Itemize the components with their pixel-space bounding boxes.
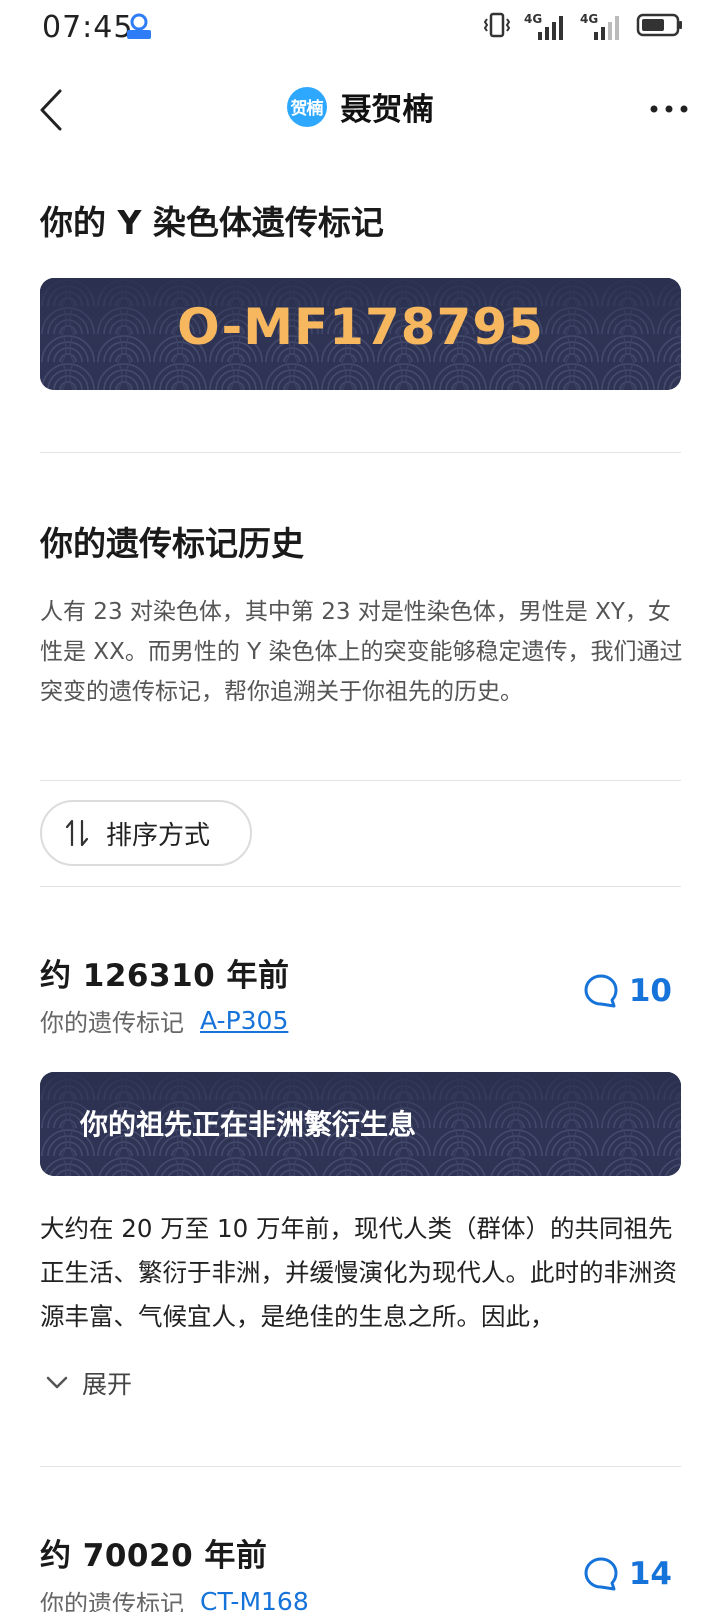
more-button[interactable]: [644, 92, 694, 126]
marker-link[interactable]: A-P305: [200, 1006, 288, 1035]
marker-card: O-MF178795: [40, 278, 681, 390]
avatar: 贺楠: [286, 86, 327, 127]
sort-icon: [65, 819, 89, 847]
page-title: 聂贺楠: [340, 92, 434, 128]
nav-title-group: 贺楠 聂贺楠: [0, 84, 720, 129]
comment-icon: [584, 974, 618, 1008]
era-marker-row: 你的遗传标记 A-P305: [40, 1003, 288, 1038]
page: 07:45 4G 4G 贺楠 聂贺楠 你的 Y 染色体遗传标记 O-MF1787…: [0, 0, 720, 1612]
comment-count: 10: [628, 973, 672, 1009]
expand-label: 展开: [82, 1370, 133, 1399]
era-marker-row: 你的遗传标记 CT-M168: [40, 1584, 309, 1612]
divider: [40, 1466, 681, 1467]
comment-button[interactable]: 10: [583, 973, 672, 1009]
marker-link[interactable]: CT-M168: [200, 1587, 309, 1612]
divider: [40, 780, 681, 781]
nav-bar: 贺楠 聂贺楠: [0, 70, 720, 150]
comment-icon: [584, 1557, 618, 1591]
marker-prefix: 你的遗传标记: [40, 1590, 184, 1612]
divider: [40, 452, 681, 453]
expand-button[interactable]: 展开: [46, 1365, 132, 1401]
app-notification-icon: [124, 12, 154, 40]
status-icons: 4G 4G: [482, 12, 684, 42]
era-banner-text: 你的祖先正在非洲繁衍生息: [80, 1108, 417, 1141]
status-bar: 07:45 4G 4G: [0, 0, 720, 56]
history-heading: 你的遗传标记历史: [40, 524, 304, 563]
sort-button[interactable]: 排序方式: [40, 800, 252, 866]
marker-heading: 你的 Y 染色体遗传标记: [40, 203, 384, 242]
marker-prefix: 你的遗传标记: [40, 1009, 184, 1037]
sort-label: 排序方式: [106, 820, 211, 851]
signal-icon-2: 4G: [580, 12, 624, 42]
comment-button[interactable]: 14: [583, 1556, 672, 1592]
era-story-text: 大约在 20 万至 10 万年前，现代人类（群体）的共同祖先正生活、繁衍于非洲，…: [40, 1214, 677, 1331]
chevron-down-icon: [46, 1376, 68, 1389]
more-dots-icon: [650, 105, 688, 113]
signal-icon-1: 4G: [524, 12, 568, 42]
status-time: 07:45: [42, 10, 134, 45]
divider: [40, 886, 681, 887]
era-banner: 你的祖先正在非洲繁衍生息: [40, 1072, 681, 1176]
comment-count: 14: [628, 1556, 672, 1592]
y-marker-code: O-MF178795: [177, 298, 544, 356]
era-title: 约 70020 年前: [40, 1538, 268, 1574]
battery-icon: [636, 12, 684, 42]
history-description: 人有 23 对染色体，其中第 23 对是性染色体，男性是 XY，女性是 XX。而…: [40, 599, 683, 705]
era-title: 约 126310 年前: [40, 958, 290, 994]
vibrate-icon: [482, 11, 512, 43]
